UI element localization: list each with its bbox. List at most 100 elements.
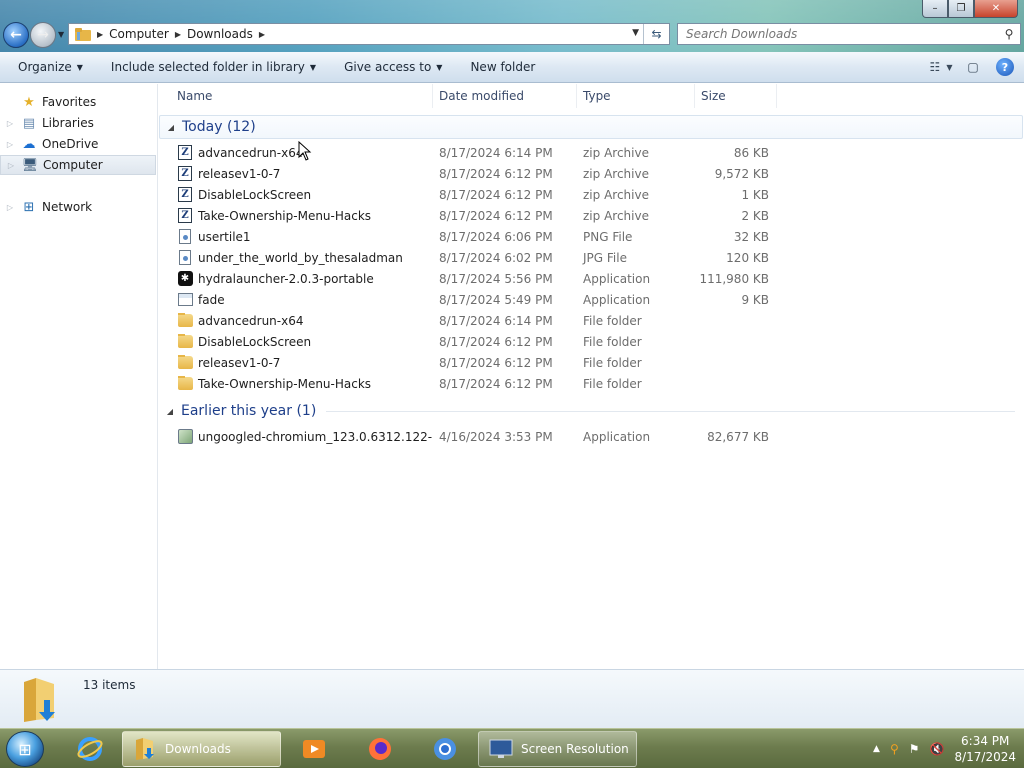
volume-muted-icon[interactable]: 🔇 (930, 742, 945, 756)
internet-explorer-icon[interactable] (68, 732, 112, 766)
help-icon: ? (996, 58, 1014, 76)
organize-menu[interactable]: Organize ▼ (10, 52, 91, 82)
display-settings-icon (489, 737, 513, 761)
file-name-cell[interactable]: ungoogled-chromium_123.0.6312.122-1.... (159, 429, 433, 445)
file-row[interactable]: Zreleasev1-0-7 8/17/2024 6:12 PM zip Archi… (159, 163, 1023, 184)
file-name-cell[interactable]: ✱ hydralauncher-2.0.3-portable (159, 271, 433, 287)
file-name-cell[interactable]: advancedrun-x64 (159, 312, 433, 329)
command-bar: Organize ▼ Include selected folder in lib… (0, 52, 1024, 83)
group-header-today[interactable]: ◢ Today (12) (159, 115, 1023, 139)
file-row[interactable]: Take-Ownership-Menu-Hacks 8/17/2024 6:12 … (159, 373, 1023, 394)
file-row[interactable]: fade 8/17/2024 5:49 PM Application 9 KB (159, 289, 1023, 310)
start-button[interactable]: ⊞ (6, 731, 44, 767)
nav-item-libraries[interactable]: ▷ ▤ Libraries (0, 113, 156, 133)
file-row[interactable]: releasev1-0-7 8/17/2024 6:12 PM File folde… (159, 352, 1023, 373)
file-name-cell[interactable]: Z Take-Ownership-Menu-Hacks (159, 208, 433, 224)
action-center-icon[interactable]: ⚑ (909, 742, 920, 756)
recent-pages-dropdown[interactable]: ▼ (58, 30, 64, 39)
maximize-button[interactable]: ❐ (948, 0, 974, 18)
view-options-icon[interactable]: ☷ ▼ (930, 56, 953, 78)
refresh-icon[interactable]: ⇆ (643, 24, 669, 44)
give-access-label: Give access to (344, 60, 432, 74)
file-row[interactable]: DisableLockScreen 8/17/2024 6:12 PM File f… (159, 331, 1023, 352)
file-row[interactable]: ✱ hydralauncher-2.0.3-portable 8/17/2024 5… (159, 268, 1023, 289)
nav-item-onedrive[interactable]: ▷ ☁ OneDrive (0, 134, 156, 154)
file-name: advancedrun-x64 (198, 145, 304, 160)
column-header-date-modified[interactable]: Date modified (433, 84, 577, 108)
file-type: PNG File (583, 229, 633, 244)
file-type: JPG File (583, 250, 627, 265)
file-row[interactable]: Z DisableLockScreen 8/17/2024 6:12 PM zip A… (159, 184, 1023, 205)
folder-icon (75, 28, 91, 41)
file-date-modified: 8/17/2024 6:12 PM (439, 355, 553, 370)
chevron-down-icon: ▼ (436, 62, 443, 72)
help-button[interactable]: ? (994, 56, 1016, 78)
search-box[interactable]: ⚲ (677, 23, 1021, 45)
group-header-earlier-this-year[interactable]: ◢ Earlier this year (1) (159, 399, 1023, 423)
clock[interactable]: 6:34 PM 8/17/2024 (954, 733, 1016, 765)
file-name-cell[interactable]: Zadvancedrun-x64 (159, 145, 433, 161)
file-row[interactable]: Zadvancedrun-x64 8/17/2024 6:14 PM zip Arc… (159, 142, 1023, 163)
breadcrumb-downloads[interactable]: Downloads (187, 27, 253, 41)
zip-icon: Z (177, 208, 193, 224)
taskbar-button-downloads[interactable]: Downloads (122, 731, 281, 767)
new-folder-button[interactable]: New folder (462, 52, 543, 82)
search-input[interactable] (678, 27, 998, 41)
expand-icon[interactable]: ▷ (0, 203, 20, 212)
collapse-icon[interactable]: ◢ (159, 407, 181, 416)
cloud-icon: ☁ (22, 136, 36, 152)
file-name-cell[interactable]: under_the_world_by_thesaladman (159, 250, 433, 266)
give-access-menu[interactable]: Give access to ▼ (336, 52, 450, 82)
address-bar[interactable]: ▶ Computer ▶ Downloads ▶ ▼ ⇆ (68, 23, 670, 45)
column-header-size[interactable]: Size (695, 84, 777, 108)
file-row[interactable]: advancedrun-x64 8/17/2024 6:14 PM File fol… (159, 310, 1023, 331)
file-name-cell[interactable]: Zreleasev1-0-7 (159, 166, 433, 182)
expand-icon[interactable]: ▷ (0, 119, 20, 128)
file-name-cell[interactable]: usertile1 (159, 229, 433, 245)
show-hidden-icons-icon[interactable]: ▲ (873, 744, 880, 754)
folder-icon (177, 354, 193, 371)
file-name-cell[interactable]: Take-Ownership-Menu-Hacks (159, 375, 433, 392)
file-type: Application (583, 271, 651, 286)
file-name: releasev1-0-7 (198, 166, 281, 181)
file-row[interactable]: usertile1 8/17/2024 6:06 PM PNG File 32 KB (159, 226, 1023, 247)
file-size: 111,980 KB (699, 271, 769, 286)
firefox-icon[interactable] (358, 732, 402, 766)
file-name-cell[interactable]: fade (159, 292, 433, 308)
back-button[interactable]: ← (3, 22, 29, 48)
file-type: Application (583, 292, 651, 307)
file-row[interactable]: ungoogled-chromium_123.0.6312.122-1.... 4… (159, 426, 1023, 447)
breadcrumb-computer[interactable]: Computer (109, 27, 169, 41)
preview-pane-icon[interactable]: ▢ (962, 56, 984, 78)
collapse-icon[interactable]: ◢ (160, 123, 182, 132)
file-size: 9,572 KB (714, 166, 769, 181)
column-header-name[interactable]: Name (159, 84, 433, 108)
nav-item-favorites[interactable]: ★ Favorites (0, 92, 156, 112)
breadcrumb-separator-icon[interactable]: ▶ (259, 30, 265, 39)
taskbar-button-screen-resolution[interactable]: Screen Resolution (478, 731, 637, 767)
include-in-library-menu[interactable]: Include selected folder in library ▼ (103, 52, 324, 82)
address-dropdown-icon[interactable]: ▼ (632, 28, 639, 38)
minimize-button[interactable]: – (922, 0, 948, 18)
expand-icon[interactable]: ▷ (1, 161, 21, 170)
forward-button[interactable]: → (30, 22, 56, 48)
column-header-type[interactable]: Type (577, 84, 695, 108)
nav-item-label: OneDrive (42, 137, 99, 151)
close-button[interactable]: ✕ (974, 0, 1018, 18)
file-name-cell[interactable]: Z DisableLockScreen (159, 187, 433, 203)
breadcrumb-separator-icon[interactable]: ▶ (97, 30, 103, 39)
expand-icon[interactable]: ▷ (0, 140, 20, 149)
media-player-icon[interactable] (292, 732, 336, 766)
breadcrumb-separator-icon[interactable]: ▶ (175, 30, 181, 39)
file-size: 82,677 KB (707, 429, 769, 444)
file-name-cell[interactable]: releasev1-0-7 (159, 354, 433, 371)
file-name-cell[interactable]: DisableLockScreen (159, 333, 433, 350)
search-icon[interactable]: ⚲ (998, 27, 1020, 41)
search-tray-icon[interactable]: ⚲ (890, 742, 899, 756)
back-arrow-icon: ← (10, 27, 22, 43)
file-row[interactable]: under_the_world_by_thesaladman 8/17/2024 … (159, 247, 1023, 268)
file-row[interactable]: Z Take-Ownership-Menu-Hacks 8/17/2024 6:12… (159, 205, 1023, 226)
nav-item-network[interactable]: ▷ ⊞ Network (0, 197, 156, 217)
nav-item-computer[interactable]: ▷ 🖥 Computer (0, 155, 156, 175)
chrome-icon[interactable] (423, 732, 467, 766)
